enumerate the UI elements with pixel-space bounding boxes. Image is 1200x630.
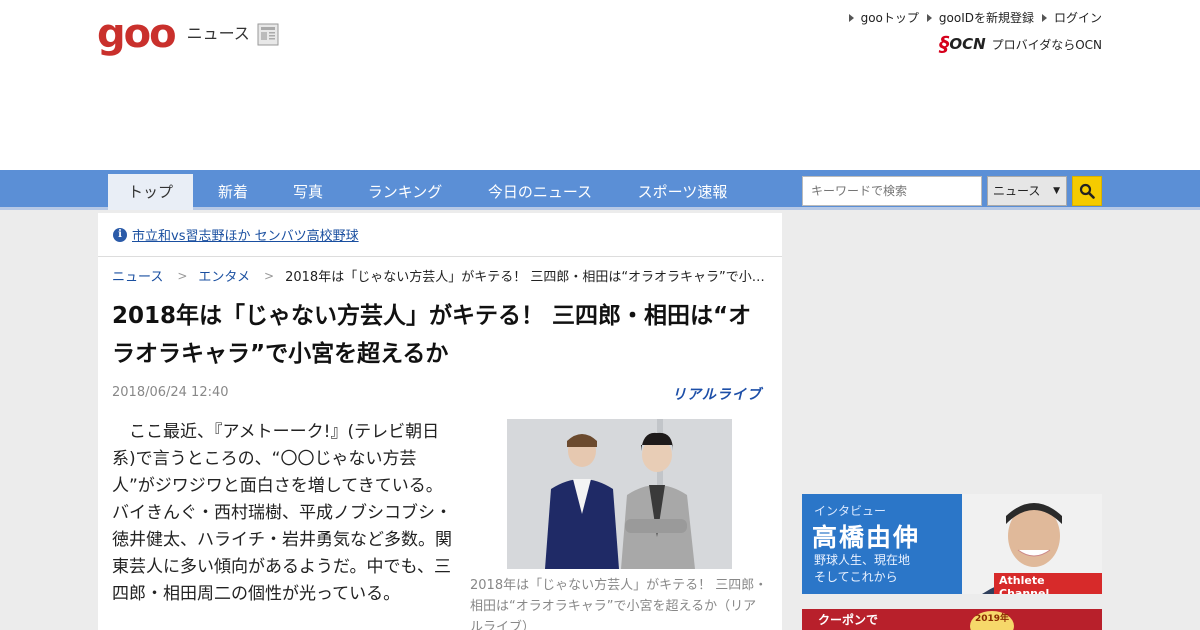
info-icon: i <box>113 227 127 242</box>
breadcrumb: ニュース > エンタメ > 2018年は「じゃない方芸人」がキテる！ 三四郎・相… <box>112 266 765 286</box>
interview-banner[interactable]: インタビュー 高橋由伸 野球人生、現在地 そしてこれから Athlete Cha… <box>802 494 1102 594</box>
article-column: i 市立和vs習志野ほか センバツ高校野球 ニュース > エンタメ > 2018… <box>98 213 782 630</box>
search-category-select[interactable]: ニュース ▼ <box>987 176 1067 206</box>
ocn-banner-text: プロバイダならOCN <box>991 37 1102 52</box>
breadcrumb-news[interactable]: ニュース <box>112 266 163 285</box>
interview-name: 高橋由伸 <box>812 523 921 552</box>
login-link-label: ログイン <box>1053 11 1102 25</box>
article-date: 2018/06/24 12:40 <box>112 385 229 400</box>
interview-subtitle-1: 野球人生、現在地 <box>814 553 911 567</box>
article-photo[interactable] <box>507 419 732 569</box>
news-section-label[interactable]: ニュース <box>187 14 250 54</box>
goo-top-link[interactable]: gooトップ <box>848 9 919 26</box>
photo-caption: 2018年は「じゃない方芸人」がキテる！ 三四郎・相田は“オラオラキャラ”で小宮… <box>470 578 768 630</box>
tab-new[interactable]: 新着 <box>205 174 261 210</box>
topic-notice: i 市立和vs習志野ほか センバツ高校野球 <box>98 213 782 257</box>
search-icon <box>1079 183 1095 199</box>
newspaper-icon <box>257 23 279 46</box>
register-gooid-link[interactable]: gooIDを新規登録 <box>926 9 1034 26</box>
goo-news-logo[interactable]: goo ニュース <box>97 14 282 54</box>
athlete-channel-badge: Athlete Channel <box>994 573 1102 594</box>
coupon-banner-text: クーポンで <box>818 613 879 627</box>
breadcrumb-current: 2018年は「じゃない方芸人」がキテる！ 三四郎・相田は“オラオラキャラ”で小宮… <box>285 270 765 285</box>
ocn-banner[interactable]: § OCN プロバイダならOCN <box>939 32 1102 56</box>
tab-top[interactable]: トップ <box>108 174 193 210</box>
coupon-banner[interactable]: クーポンで 2019年 <box>802 609 1102 630</box>
article-title: 2018年は「じゃない方芸人」がキテる！ 三四郎・相田は“オラオラキャラ”で小宮… <box>112 303 752 367</box>
register-gooid-link-label: gooIDを新規登録 <box>938 11 1034 25</box>
arrow-right-icon <box>848 13 854 22</box>
global-nav: トップ 新着 写真 ランキング 今日のニュース スポーツ速報 ニュース ▼ <box>0 170 1200 210</box>
arrow-right-icon <box>926 13 932 22</box>
tab-ranking[interactable]: ランキング <box>355 174 455 210</box>
goo-top-link-label: gooトップ <box>860 11 919 25</box>
interview-subtitle-2: そしてこれから <box>814 570 898 584</box>
tab-photos[interactable]: 写真 <box>280 174 336 210</box>
breadcrumb-separator-icon: > <box>264 268 275 283</box>
goo-logo[interactable]: goo <box>97 14 177 54</box>
breadcrumb-separator-icon: > <box>177 268 188 283</box>
dropdown-arrow-icon: ▼ <box>1053 186 1060 196</box>
breadcrumb-entertainment[interactable]: エンタメ <box>198 266 250 285</box>
topic-notice-link[interactable]: 市立和vs習志野ほか センバツ高校野球 <box>132 225 359 244</box>
coupon-year-badge: 2019年 <box>970 611 1014 630</box>
site-header: goo ニュース gooトップ gooIDを新規登録 ログイン § OCN プロバ… <box>0 0 1200 170</box>
interview-tag: インタビュー <box>814 504 887 518</box>
tab-sports-live[interactable]: スポーツ速報 <box>625 174 740 210</box>
article-photo-image <box>507 419 732 569</box>
search-category-value: ニュース <box>993 184 1041 198</box>
source-logo[interactable]: リアルライブ <box>672 384 762 404</box>
header-links: gooトップ gooIDを新規登録 ログイン <box>848 9 1102 26</box>
login-link[interactable]: ログイン <box>1041 9 1102 26</box>
tab-todays-news[interactable]: 今日のニュース <box>475 174 605 210</box>
search-input[interactable] <box>802 176 982 206</box>
ocn-logo: § OCN <box>939 32 986 56</box>
arrow-right-icon <box>1041 13 1047 22</box>
search-button[interactable] <box>1072 176 1102 206</box>
article-body: ここ最近、『アメトーーク!』(テレビ朝日系)で言うところの、“〇〇じゃない方芸人… <box>112 422 452 604</box>
